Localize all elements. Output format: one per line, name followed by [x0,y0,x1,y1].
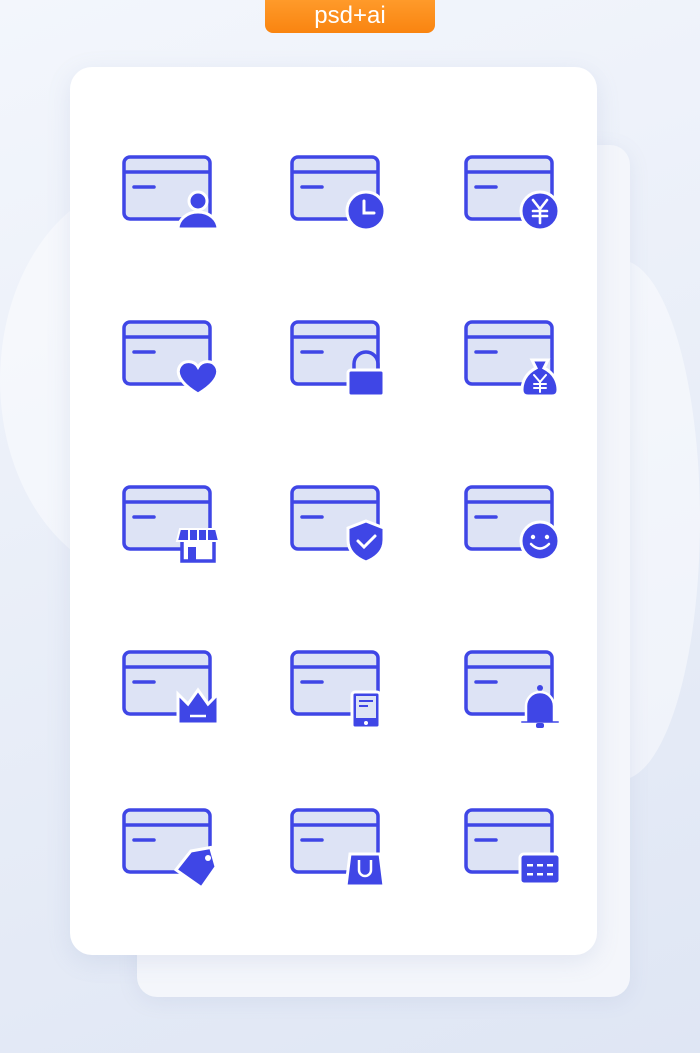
card-yen-icon [464,155,564,235]
format-badge: psd+ai [265,0,435,33]
card-user-icon [122,155,222,235]
card-heart-icon [122,320,222,400]
card-tag-icon [122,808,222,890]
card-shop-icon [122,485,222,565]
card-money-bag-icon [464,320,564,400]
card-clock-icon [290,155,390,235]
card-smiley-icon [464,485,564,565]
card-shield-check-icon [290,485,390,565]
card-bell-icon [464,650,564,730]
card-shopping-bag-icon [290,808,390,888]
card-keypad-icon [464,808,564,888]
card-phone-icon [290,650,390,730]
card-crown-icon [122,650,222,730]
card-lock-icon [290,320,390,400]
